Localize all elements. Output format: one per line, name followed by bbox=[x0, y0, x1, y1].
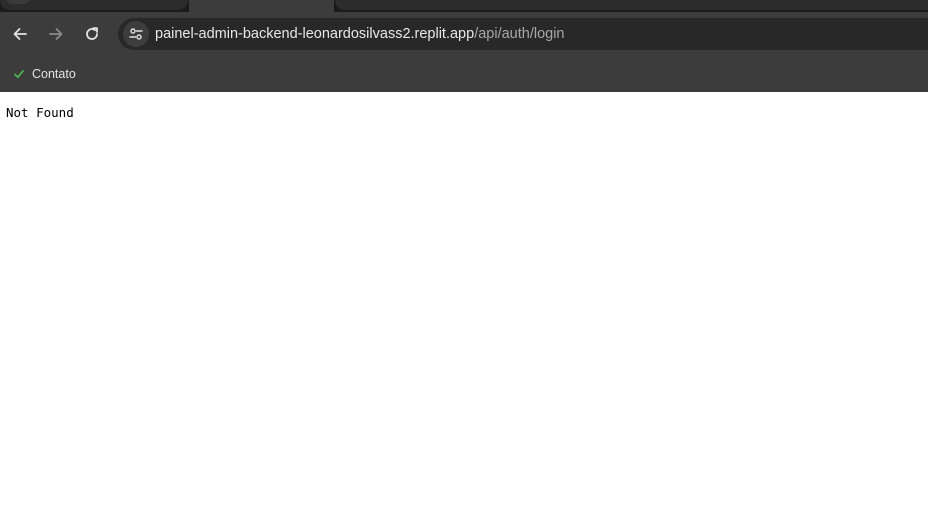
bookmarks-bar: Contato bbox=[0, 56, 928, 92]
forward-button[interactable] bbox=[40, 18, 72, 50]
arrow-right-icon bbox=[49, 28, 63, 40]
browser-window: painel-admin-backend-leonardosilvass2.re… bbox=[0, 0, 928, 511]
url-path: /api/auth/login bbox=[474, 26, 565, 42]
tab-inactive[interactable] bbox=[0, 0, 188, 10]
tune-icon bbox=[129, 28, 143, 40]
bookmark-contato[interactable]: Contato bbox=[10, 62, 82, 86]
back-button[interactable] bbox=[4, 18, 36, 50]
tab-strip bbox=[0, 0, 928, 12]
reload-button[interactable] bbox=[76, 18, 108, 50]
arrow-left-icon bbox=[13, 28, 27, 40]
response-body-text: Not Found bbox=[6, 105, 74, 120]
browser-toolbar: painel-admin-backend-leonardosilvass2.re… bbox=[0, 12, 928, 56]
page-content: Not Found bbox=[0, 92, 928, 511]
tab-inactive[interactable] bbox=[335, 0, 928, 10]
tab-active[interactable] bbox=[189, 0, 334, 12]
site-info-button[interactable] bbox=[123, 21, 149, 47]
bookmark-label: Contato bbox=[32, 67, 76, 81]
checkmark-icon bbox=[12, 67, 26, 81]
url-text[interactable]: painel-admin-backend-leonardosilvass2.re… bbox=[155, 25, 564, 43]
address-bar[interactable]: painel-admin-backend-leonardosilvass2.re… bbox=[118, 18, 928, 50]
tab-favicon bbox=[6, 0, 30, 4]
reload-icon bbox=[86, 27, 98, 40]
url-host: painel-admin-backend-leonardosilvass2.re… bbox=[155, 26, 475, 42]
